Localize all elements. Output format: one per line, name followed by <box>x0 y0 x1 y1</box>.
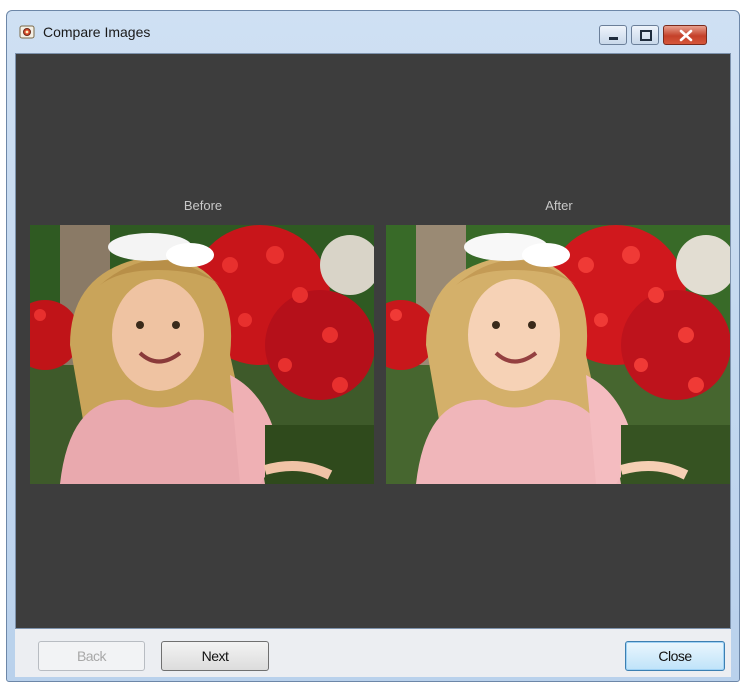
next-button[interactable]: Next <box>161 641 269 671</box>
maximize-button[interactable] <box>631 25 659 45</box>
compare-images-window: Compare Images Before After Back Next Cl… <box>6 10 740 682</box>
before-label: Before <box>183 198 223 213</box>
window-close-button[interactable] <box>663 25 707 45</box>
after-image <box>386 225 730 484</box>
after-label: After <box>545 198 573 213</box>
before-image <box>30 225 374 484</box>
window-title: Compare Images <box>43 24 151 40</box>
close-button[interactable]: Close <box>625 641 725 671</box>
app-icon <box>19 24 35 40</box>
comparison-canvas: Before After <box>15 53 731 629</box>
minimize-button[interactable] <box>599 25 627 45</box>
back-button[interactable]: Back <box>38 641 145 671</box>
dialog-footer: Back Next Close <box>15 629 731 677</box>
title-bar[interactable]: Compare Images <box>7 11 739 53</box>
